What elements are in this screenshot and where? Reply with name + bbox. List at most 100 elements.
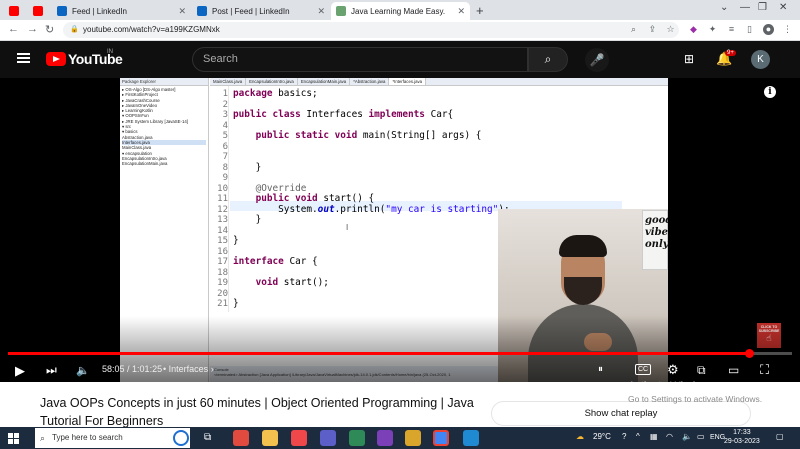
intellij-icon[interactable] bbox=[377, 430, 393, 446]
minimize-icon[interactable]: — bbox=[740, 2, 750, 13]
menu-icon[interactable] bbox=[17, 53, 30, 63]
show-chat-replay-button[interactable]: Show chat replay bbox=[491, 401, 751, 426]
region-label: IN bbox=[107, 49, 113, 55]
autoplay-toggle-icon[interactable]: ⏸ bbox=[598, 364, 603, 375]
close-tab-icon[interactable]: ✕ bbox=[317, 6, 325, 17]
help-icon[interactable]: ? bbox=[622, 432, 626, 441]
video-player[interactable]: Package Explorer ▸ OS-Algo [DS-Algo mast… bbox=[0, 78, 800, 382]
network-icon[interactable]: ▦ bbox=[650, 432, 658, 441]
line-number: 1 bbox=[222, 89, 228, 99]
new-tab-icon[interactable]: + bbox=[476, 3, 484, 18]
wifi-icon[interactable]: ◠ bbox=[666, 432, 673, 441]
code-line: public static void main(String[] args) { bbox=[255, 130, 482, 141]
sidebar-icon[interactable]: ▯ bbox=[744, 24, 755, 35]
chapter-title[interactable]: • Interfaces › bbox=[163, 364, 214, 374]
play-icon[interactable]: ▶ bbox=[15, 363, 25, 379]
close-tab-icon[interactable]: ✕ bbox=[457, 6, 465, 17]
tab-label: Java Learning Made Easy. bbox=[351, 6, 446, 16]
browser-tab-youtube-1[interactable] bbox=[4, 2, 28, 20]
tab-search-icon[interactable]: ⌄ bbox=[720, 2, 728, 13]
profile-icon[interactable]: ● bbox=[763, 24, 774, 35]
line-number: 16 bbox=[217, 246, 228, 257]
close-tab-icon[interactable]: ✕ bbox=[178, 6, 186, 17]
weather-temperature[interactable]: 29°C bbox=[593, 432, 611, 441]
line-number: 13 bbox=[217, 215, 228, 225]
chrome-icon[interactable] bbox=[433, 430, 449, 446]
line-number: 17 bbox=[217, 257, 228, 267]
taskbar-clock[interactable]: 17:33 29-03-2023 bbox=[724, 428, 760, 446]
avatar[interactable]: K bbox=[751, 50, 770, 69]
back-icon[interactable]: ← bbox=[8, 23, 19, 35]
windows-start-icon[interactable] bbox=[8, 433, 19, 444]
clock-date: 29-03-2023 bbox=[724, 438, 760, 445]
battery-icon[interactable]: ▭ bbox=[697, 432, 705, 441]
vscode-icon[interactable] bbox=[463, 430, 479, 446]
settings-gear-icon[interactable]: ⚙ bbox=[667, 362, 679, 378]
theater-mode-icon[interactable]: ▭ bbox=[728, 363, 739, 377]
reload-icon[interactable]: ↻ bbox=[45, 23, 54, 36]
browser-tab-feed-linkedin[interactable]: Feed | LinkedIn ✕ bbox=[52, 2, 191, 20]
miniplayer-icon[interactable]: ⧉ bbox=[697, 363, 706, 378]
app-icon[interactable] bbox=[349, 430, 365, 446]
close-window-icon[interactable]: ✕ bbox=[779, 2, 787, 13]
tree-item: EncapsulationMain.java bbox=[122, 161, 168, 167]
volume-icon[interactable]: 🔈 bbox=[76, 364, 90, 377]
browser-tab-java-learning[interactable]: Java Learning Made Easy. ✕ bbox=[331, 2, 470, 20]
figma-icon[interactable] bbox=[291, 430, 307, 446]
next-icon[interactable]: ⏭ bbox=[46, 363, 57, 378]
cortana-icon[interactable] bbox=[173, 430, 189, 446]
progress-bar[interactable] bbox=[8, 352, 792, 355]
puzzle-extensions-icon[interactable]: ✦ bbox=[707, 24, 718, 35]
youtube-logo-icon[interactable] bbox=[46, 52, 66, 66]
windows-taskbar: ⌕ Type here to search ⧉ ☁ 29°C ? ^ ▦ ◠ 🔈… bbox=[0, 427, 800, 449]
weather-icon[interactable]: ☁ bbox=[576, 432, 584, 441]
bookmark-star-icon[interactable]: ☆ bbox=[665, 24, 676, 35]
extension-icon[interactable]: ◆ bbox=[688, 24, 699, 35]
language-indicator[interactable]: ENG bbox=[710, 434, 725, 441]
task-view-icon[interactable]: ⧉ bbox=[204, 430, 220, 446]
taskbar-search-input[interactable]: ⌕ Type here to search bbox=[35, 428, 190, 448]
browser-menu-icon[interactable]: ⋮ bbox=[782, 24, 793, 35]
app-icon[interactable] bbox=[405, 430, 421, 446]
code-line: interface Car { bbox=[233, 256, 318, 267]
text-cursor-icon: I bbox=[346, 223, 349, 232]
youtube-logo-text[interactable]: YouTube bbox=[68, 51, 123, 67]
search-icon: ⌕ bbox=[40, 433, 46, 443]
info-icon[interactable]: i bbox=[764, 86, 776, 98]
youtube-favicon-icon bbox=[33, 6, 43, 16]
forward-icon[interactable]: → bbox=[27, 23, 38, 35]
browser-tab-youtube-2[interactable] bbox=[28, 2, 52, 20]
file-explorer-icon[interactable] bbox=[262, 430, 278, 446]
editor-tab: *Interfaces.java bbox=[389, 78, 427, 85]
teams-icon[interactable] bbox=[320, 430, 336, 446]
line-number: 10 bbox=[217, 183, 228, 194]
voice-search-button[interactable]: 🎤 bbox=[585, 48, 609, 72]
share-icon[interactable]: ⇪ bbox=[647, 24, 658, 35]
editor-tab: *Abstraction.java bbox=[350, 78, 390, 85]
code-line: } bbox=[233, 214, 262, 225]
line-number: 6 bbox=[222, 141, 228, 152]
url-bar[interactable]: 🔒 youtube.com/watch?v=a199KZGMNxk bbox=[63, 22, 679, 38]
media-icon[interactable]: ≡ bbox=[726, 24, 737, 35]
linkedin-icon bbox=[57, 6, 67, 16]
zoom-icon[interactable]: ⌕ bbox=[628, 24, 639, 35]
line-number: 14 bbox=[217, 225, 228, 236]
create-video-icon[interactable]: ⊞ bbox=[684, 52, 694, 66]
editor-tab: EncapsulationMain.java bbox=[298, 78, 351, 85]
fullscreen-icon[interactable]: ⛶ bbox=[760, 362, 769, 378]
tray-chevron-icon[interactable]: ^ bbox=[636, 432, 640, 441]
captions-icon[interactable]: CC bbox=[635, 364, 652, 375]
time-display: 58:05 / 1:01:25 bbox=[102, 364, 163, 374]
notification-badge: 9+ bbox=[725, 50, 736, 56]
app-icon[interactable] bbox=[233, 430, 249, 446]
code-line: } bbox=[233, 161, 262, 173]
notification-center-icon[interactable]: ▢ bbox=[776, 432, 784, 441]
line-number: 21 bbox=[217, 299, 228, 309]
search-button[interactable]: ⌕ bbox=[528, 47, 568, 72]
code-line: } bbox=[233, 235, 239, 246]
search-input[interactable]: Search bbox=[192, 47, 528, 72]
browser-tab-post-linkedin[interactable]: Post | Feed | LinkedIn ✕ bbox=[192, 2, 330, 20]
line-number: 4 bbox=[222, 120, 228, 131]
speaker-icon[interactable]: 🔈 bbox=[682, 432, 692, 441]
restore-icon[interactable]: ❐ bbox=[758, 2, 767, 13]
